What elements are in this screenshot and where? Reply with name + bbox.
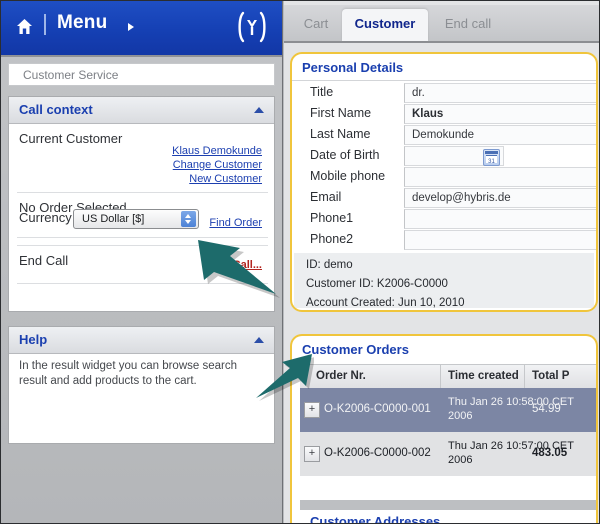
column-total-price[interactable]: Total P <box>532 370 569 382</box>
field-value: Klaus <box>412 108 443 120</box>
collapse-up-icon[interactable] <box>254 337 264 343</box>
call-context-panel: Call context Current Customer Klaus Demo… <box>8 96 275 312</box>
title-input[interactable]: dr. <box>404 83 598 103</box>
personal-details-title: Personal Details <box>302 60 403 75</box>
email-input[interactable]: develop@hybris.de <box>404 188 598 208</box>
divider <box>292 80 596 81</box>
last-name-input[interactable]: Demokunde <box>404 125 598 145</box>
personal-details-card: Personal Details Title dr. First Name Kl… <box>290 52 598 312</box>
orders-header-row: Order Nr. Time created Total P <box>300 364 598 390</box>
customer-orders-card: Customer Orders Order Nr. Time created T… <box>290 334 598 524</box>
end-call-link[interactable]: End Call... <box>209 259 262 271</box>
section-spacer <box>300 500 598 510</box>
first-name-input[interactable]: Klaus <box>404 104 598 124</box>
order-time: Thu Jan 26 10:58:00 CET 2006 <box>448 395 598 423</box>
meta-customer-id: Customer ID: K2006-C0000 <box>306 278 448 290</box>
calendar-body: 31 <box>486 155 497 163</box>
tab-cart[interactable]: Cart <box>292 9 340 41</box>
phone2-input[interactable] <box>404 230 598 250</box>
hybris-y-logo-icon <box>236 10 268 44</box>
order-total: 483.05 <box>532 447 567 459</box>
current-customer-label: Current Customer <box>19 131 122 146</box>
home-icon[interactable] <box>16 18 33 35</box>
customer-name-link[interactable]: Klaus Demokunde <box>172 145 262 157</box>
field-label: Title <box>310 85 333 99</box>
customer-orders-title: Customer Orders <box>302 342 409 357</box>
panel-title: Call context <box>19 102 93 117</box>
menu-label[interactable]: Menu <box>57 12 107 34</box>
order-total: 54.99 <box>532 403 561 415</box>
field-mobile-phone: Mobile phone <box>292 167 596 188</box>
divider <box>17 192 268 193</box>
column-order-nr[interactable]: Order Nr. <box>316 370 366 382</box>
app-window: Menu Customer Service Call context Curre… <box>0 0 600 524</box>
phone1-input[interactable] <box>404 209 598 229</box>
end-call-label: End Call <box>19 253 68 268</box>
field-email: Email develop@hybris.de <box>292 188 596 209</box>
tab-strip: Cart Customer End call <box>284 5 600 43</box>
column-divider <box>524 365 525 389</box>
help-panel: Help In the result widget you can browse… <box>8 326 275 444</box>
currency-select[interactable]: US Dollar [$] <box>73 209 199 229</box>
table-row[interactable]: O-K2006-C0000-001 Thu Jan 26 10:58:00 CE… <box>300 388 598 432</box>
table-row[interactable]: O-K2006-C0000-002 Thu Jan 26 10:57:00 CE… <box>300 432 598 476</box>
divider <box>17 283 268 284</box>
breadcrumb-label: Customer Service <box>23 68 118 82</box>
field-label: Phone2 <box>310 232 353 246</box>
meta-account-created: Account Created: Jun 10, 2010 <box>306 297 465 309</box>
expand-row-icon[interactable] <box>304 402 320 418</box>
order-time: Thu Jan 26 10:57:00 CET 2006 <box>448 439 598 467</box>
column-time-created[interactable]: Time created <box>448 370 519 382</box>
tab-end-call[interactable]: End call <box>430 9 506 41</box>
order-number: O-K2006-C0000-002 <box>324 447 431 459</box>
field-last-name: Last Name Demokunde <box>292 125 596 146</box>
calendar-top <box>485 151 498 154</box>
field-label: Phone1 <box>310 211 353 225</box>
field-value: dr. <box>412 87 425 99</box>
field-phone1: Phone1 <box>292 209 596 230</box>
date-of-birth-input[interactable]: 31 <box>404 146 504 166</box>
meta-id: ID: demo <box>306 259 353 271</box>
calendar-glyph: 31 <box>486 159 497 165</box>
new-customer-link[interactable]: New Customer <box>189 173 262 185</box>
find-order-link[interactable]: Find Order <box>209 217 262 229</box>
app-header-bar: Menu <box>0 0 283 57</box>
currency-selected-value: US Dollar [$] <box>82 213 144 225</box>
caret-right-icon[interactable] <box>128 23 134 31</box>
field-first-name: First Name Klaus <box>292 104 596 125</box>
header-divider <box>44 14 46 35</box>
call-context-header[interactable]: Call context <box>9 97 274 124</box>
divider <box>17 237 268 238</box>
field-label: First Name <box>310 106 371 120</box>
field-value: Demokunde <box>412 129 474 141</box>
customer-addresses-title: Customer Addresses <box>310 514 440 524</box>
mobile-phone-input[interactable] <box>404 167 598 187</box>
help-body-text: In the result widget you can browse sear… <box>19 359 259 389</box>
field-date-of-birth: Date of Birth 31 <box>292 146 596 167</box>
field-label: Mobile phone <box>310 169 385 183</box>
calendar-icon[interactable]: 31 <box>483 149 500 166</box>
order-number: O-K2006-C0000-001 <box>324 403 431 415</box>
field-title: Title dr. <box>292 83 596 104</box>
change-customer-link[interactable]: Change Customer <box>173 159 262 171</box>
field-value: develop@hybris.de <box>412 192 511 204</box>
left-sidebar: Menu Customer Service Call context Curre… <box>0 0 283 524</box>
panel-title: Help <box>19 332 47 347</box>
currency-label: Currency <box>19 210 72 225</box>
breadcrumb[interactable]: Customer Service <box>8 63 275 86</box>
stepper-arrows-icon[interactable] <box>181 211 196 227</box>
column-divider <box>440 365 441 389</box>
collapse-up-icon[interactable] <box>254 107 264 113</box>
tab-customer[interactable]: Customer <box>342 9 428 41</box>
divider <box>17 245 268 246</box>
field-phone2: Phone2 <box>292 230 596 251</box>
help-header[interactable]: Help <box>9 327 274 354</box>
main-content: Cart Customer End call Personal Details … <box>284 0 600 524</box>
field-label: Last Name <box>310 127 370 141</box>
field-label: Date of Birth <box>310 148 379 162</box>
field-label: Email <box>310 190 341 204</box>
customer-meta-block: ID: demo Customer ID: K2006-C0000 Accoun… <box>294 253 594 308</box>
expand-row-icon[interactable] <box>304 446 320 462</box>
